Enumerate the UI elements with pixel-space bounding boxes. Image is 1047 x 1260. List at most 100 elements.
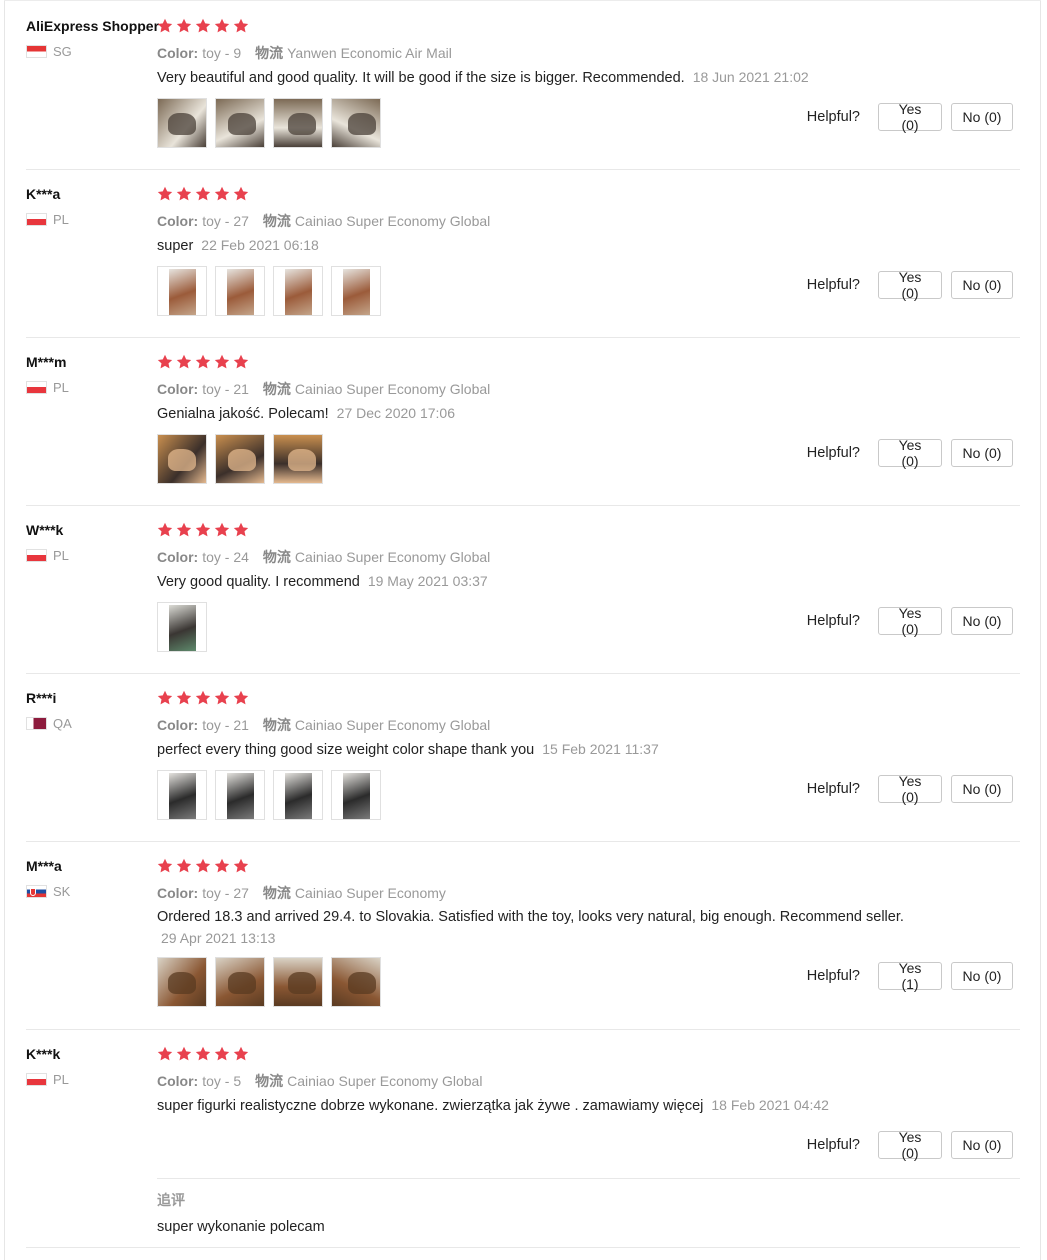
country-flag-icon [26,1073,47,1086]
review-text-line: perfect every thing good size weight col… [157,741,659,758]
helpful-no-button[interactable]: No (0) [951,439,1013,467]
review-photo-thumbnail[interactable] [273,434,323,484]
photo-image [348,113,376,135]
helpful-no-button[interactable]: No (0) [951,103,1013,131]
helpful-no-button[interactable]: No (0) [951,607,1013,635]
review-photo-thumbnail[interactable] [273,957,323,1007]
helpful-yes-button[interactable]: Yes (1) [878,960,942,992]
color-value: toy - 27 [202,213,249,229]
review-photo-thumbnail[interactable] [215,770,265,820]
review-photo-thumbnail[interactable] [157,770,207,820]
country-flag-icon [26,45,47,58]
helpful-label: Helpful? [806,968,860,984]
shipping-value: Cainiao Super Economy Global [287,1073,483,1089]
color-label: Color: [157,45,199,61]
reviewer-country: SG [26,44,72,59]
review-item: K***a PL Color: toy - 27 物流 Cainiao Super Eco… [26,186,1020,338]
star-icon [157,18,175,34]
helpful-yes-button[interactable]: Yes (0) [878,437,942,469]
review-date: 19 May 2021 03:37 [367,573,488,589]
review-divider [26,505,1020,506]
review-text: super [157,238,194,254]
star-icon [195,858,213,874]
review-photo-thumbnail[interactable] [215,434,265,484]
shipping-value: Cainiao Super Economy Global [294,549,491,565]
helpful-no-button[interactable]: No (0) [951,775,1013,803]
shipping-label: 物流 [262,213,291,229]
helpful-no-button[interactable]: No (0) [951,271,1013,299]
review-photos [157,957,389,1007]
shipping-value: Cainiao Super Economy [294,885,446,901]
review-meta: Color: toy - 9 物流 Yanwen Economic Air Mail [157,43,452,63]
bottom-divider [26,1247,1020,1248]
helpful-yes-button[interactable]: Yes (0) [878,773,942,805]
helpful-vote: Helpful? Yes (0) No (0) [807,101,1013,133]
star-rating [157,858,252,874]
helpful-yes-button[interactable]: Yes (0) [878,605,942,637]
review-photo-thumbnail[interactable] [215,957,265,1007]
star-icon [157,858,175,874]
review-photo-thumbnail[interactable] [331,957,381,1007]
reviewer-country: PL [26,1072,69,1087]
star-icon [176,186,194,202]
helpful-yes-button[interactable]: Yes (0) [878,269,942,301]
reviewer-name: K***a [26,186,61,202]
review-photo-thumbnail[interactable] [273,266,323,316]
shipping-value: Cainiao Super Economy Global [294,717,491,733]
star-icon [195,18,213,34]
review-photo-thumbnail[interactable] [157,957,207,1007]
review-date: 22 Feb 2021 06:18 [201,237,319,253]
review-photo-thumbnail[interactable] [331,770,381,820]
star-icon [157,186,175,202]
helpful-vote: Helpful? Yes (0) No (0) [807,773,1013,805]
photo-image [169,605,196,651]
photo-image [228,449,256,471]
photo-image [227,773,254,819]
color-label: Color: [157,549,199,565]
star-icon [233,1046,251,1062]
helpful-no-button[interactable]: No (0) [951,1131,1013,1159]
star-icon [233,858,251,874]
review-photo-thumbnail[interactable] [157,602,207,652]
review-meta: Color: toy - 24 物流 Cainiao Super Economy Gl… [157,547,490,567]
review-photo-thumbnail[interactable] [273,98,323,148]
star-icon [233,522,251,538]
review-photo-thumbnail[interactable] [215,266,265,316]
reviewer-name: R***i [26,690,57,706]
review-meta: Color: toy - 27 物流 Cainiao Super Economy Gl… [157,211,490,231]
review-date: 27 Dec 2020 17:06 [336,405,455,421]
review-photos [157,98,389,148]
photo-image [168,449,196,471]
review-photo-thumbnail[interactable] [215,98,265,148]
review-photo-thumbnail[interactable] [157,434,207,484]
star-rating [157,1046,252,1062]
star-icon [176,522,194,538]
reviewer-country: PL [26,380,69,395]
photo-image [343,773,370,819]
shipping-value: Yanwen Economic Air Mail [287,45,452,61]
reviewer-name: M***m [26,354,67,370]
reviewer-name: AliExpress Shopper [26,18,160,34]
review-photo-thumbnail[interactable] [331,266,381,316]
helpful-yes-button[interactable]: Yes (0) [878,101,942,133]
country-code: PL [53,1072,69,1087]
helpful-no-button[interactable]: No (0) [951,962,1013,990]
star-icon [214,858,232,874]
review-photos [157,434,331,484]
photo-image [228,113,256,135]
review-photo-thumbnail[interactable] [331,98,381,148]
review-photo-thumbnail[interactable] [273,770,323,820]
helpful-label: Helpful? [806,1137,860,1153]
review-photo-thumbnail[interactable] [157,266,207,316]
review-photo-thumbnail[interactable] [157,98,207,148]
photo-image [228,972,256,994]
review-divider [26,673,1020,674]
star-icon [195,522,213,538]
helpful-yes-button[interactable]: Yes (0) [878,1129,942,1161]
star-icon [214,186,232,202]
shipping-value: Cainiao Super Economy Global [294,213,491,229]
review-meta: Color: toy - 5 物流 Cainiao Super Economy Glo… [157,1071,482,1091]
review-item: W***k PL Color: toy - 24 物流 Cainiao Super Eco… [26,522,1020,674]
review-meta: Color: toy - 21 物流 Cainiao Super Economy Gl… [157,715,490,735]
review-date: 29 Apr 2021 13:13 [161,930,276,946]
